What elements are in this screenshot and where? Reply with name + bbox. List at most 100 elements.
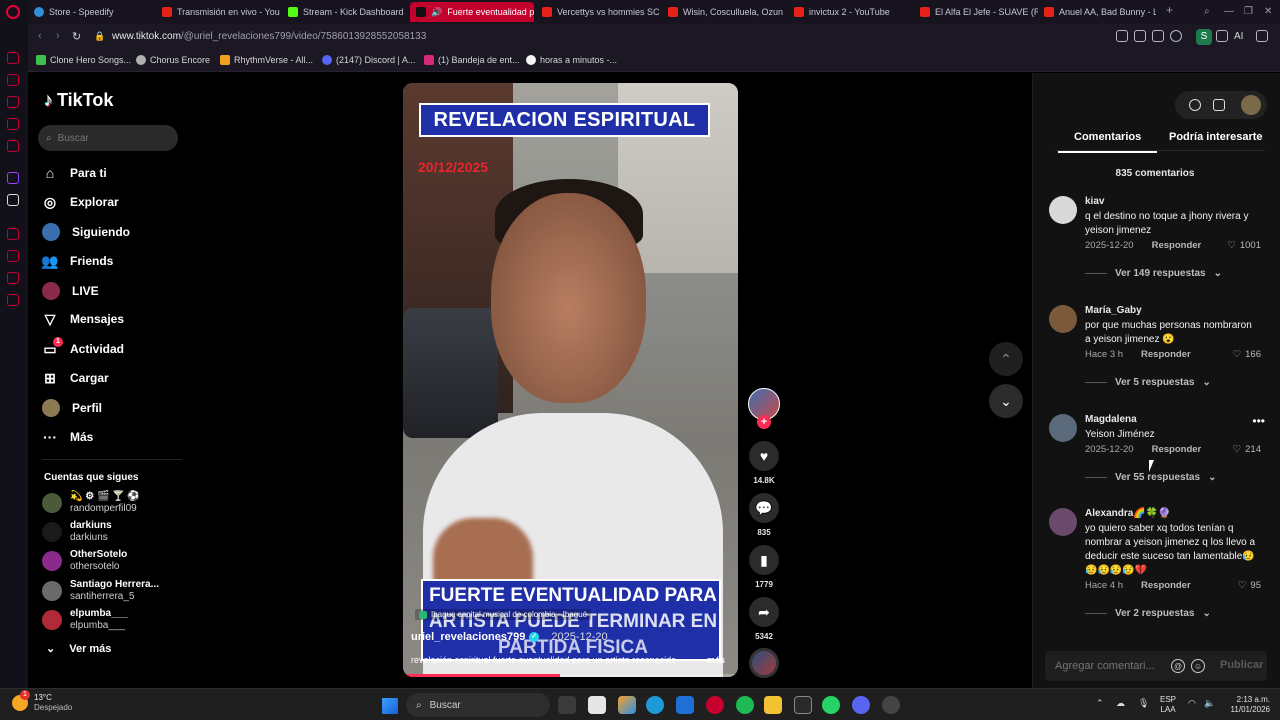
wifi-icon[interactable]: ◠ bbox=[1188, 698, 1196, 709]
spotify-icon[interactable] bbox=[736, 696, 754, 714]
followed-account[interactable]: darkiuns darkiuns bbox=[42, 520, 112, 544]
file-explorer-icon[interactable] bbox=[764, 696, 782, 714]
next-video-button[interactable]: ⌄ bbox=[989, 384, 1023, 418]
publish-button[interactable]: Publicar bbox=[1220, 659, 1263, 671]
emoji-icon[interactable]: ☺ bbox=[1191, 659, 1205, 673]
more-options-icon[interactable]: ••• bbox=[1252, 414, 1265, 428]
comment-username[interactable]: Alexandra🌈🍀🔮 bbox=[1085, 508, 1171, 519]
epic-games-icon[interactable] bbox=[794, 696, 812, 714]
comment-username[interactable]: Magdalena bbox=[1085, 414, 1137, 425]
comment-input[interactable] bbox=[1045, 660, 1165, 672]
url-field[interactable]: www.tiktok.com/@uriel_revelaciones799/vi… bbox=[112, 31, 426, 42]
tab-podria-interesarte[interactable]: Podría interesarte bbox=[1169, 131, 1263, 143]
tab-youtube-video[interactable]: Vercettys vs hommies SC bbox=[536, 2, 660, 22]
reply-button[interactable]: Responder bbox=[1152, 240, 1202, 251]
view-replies-button[interactable]: Ver 2 respuestas ⌄ bbox=[1085, 608, 1211, 619]
reply-button[interactable]: Responder bbox=[1141, 349, 1191, 360]
nav-live[interactable]: LIVE bbox=[42, 282, 99, 300]
language-indicator[interactable]: ESP LAA bbox=[1160, 695, 1176, 715]
comment-username[interactable]: María_Gaby bbox=[1085, 305, 1142, 316]
mention-at-icon[interactable]: @ bbox=[1171, 659, 1185, 673]
volume-icon[interactable]: 🔈 bbox=[1204, 698, 1215, 709]
follow-plus-button[interactable]: + bbox=[757, 415, 771, 429]
nav-actividad[interactable]: ▭ 1 Actividad bbox=[42, 337, 124, 357]
download-icon[interactable] bbox=[1216, 30, 1228, 42]
tab-youtube-live[interactable]: Transmisión en vivo - You bbox=[156, 2, 282, 22]
tab-comentarios[interactable]: Comentarios bbox=[1057, 131, 1158, 153]
tab-speedify[interactable]: Store - Speedify bbox=[28, 2, 156, 22]
followed-account[interactable]: Santiago Herrera... santiherrera_5 bbox=[42, 579, 159, 603]
avatar[interactable] bbox=[1049, 196, 1077, 224]
avatar[interactable] bbox=[1049, 414, 1077, 442]
forward-arrow-icon[interactable]: › bbox=[56, 30, 60, 42]
sidebar-x-icon[interactable] bbox=[7, 194, 19, 206]
comment-like-button[interactable]: ♡ 166 bbox=[1233, 349, 1261, 360]
new-tab-button[interactable]: + bbox=[1166, 3, 1173, 17]
bookmark-chorus-encore[interactable]: Chorus Encore bbox=[136, 55, 210, 65]
speaker-icon[interactable]: 🔊 bbox=[431, 7, 442, 18]
system-clock[interactable]: 2:13 a.m. 11/01/2026 bbox=[1222, 695, 1270, 715]
tab-youtube-video[interactable]: Anuel AA, Bad Bunny - La bbox=[1038, 2, 1156, 22]
microphone-icon[interactable]: 🎙 bbox=[1138, 698, 1149, 709]
avatar[interactable] bbox=[1049, 508, 1077, 536]
comment-username[interactable]: kiav bbox=[1085, 196, 1104, 207]
bookmark-rhythmverse[interactable]: RhythmVerse - All... bbox=[220, 55, 313, 65]
menu-icon[interactable] bbox=[1256, 30, 1268, 42]
video-player[interactable]: REVELACION ESPIRITUAL 20/12/2025 FUERTE … bbox=[403, 83, 738, 677]
nav-perfil[interactable]: Perfil bbox=[42, 399, 102, 417]
obs-icon[interactable] bbox=[882, 696, 900, 714]
tab-kick-dashboard[interactable]: Stream - Kick Dashboard bbox=[282, 2, 408, 22]
tiktok-logo[interactable]: ♪ TikTok bbox=[44, 90, 113, 111]
sidebar-downloads-icon[interactable] bbox=[7, 272, 19, 284]
compass-icon[interactable] bbox=[1189, 99, 1201, 111]
see-more-button[interactable]: ⌄ Ver más bbox=[46, 642, 111, 656]
maximize-button[interactable]: ❐ bbox=[1244, 6, 1253, 17]
tab-youtube-video[interactable]: Wisin, Cosculluela, Ozun bbox=[662, 2, 786, 22]
profile-avatar[interactable]: S bbox=[1196, 29, 1212, 45]
comment-like-button[interactable]: ♡ 1001 bbox=[1227, 240, 1261, 251]
tab-tiktok-active[interactable]: 🔊 Fuerte eventualidad p bbox=[410, 2, 534, 22]
shield-icon[interactable] bbox=[1134, 30, 1146, 42]
store-icon[interactable] bbox=[676, 696, 694, 714]
bookmark-horas-minutos[interactable]: horas a minutos -... bbox=[526, 55, 617, 65]
task-view-icon[interactable] bbox=[558, 696, 576, 714]
bookmark-discord[interactable]: (2147) Discord | A... bbox=[322, 55, 415, 65]
weather-widget[interactable]: 1 13°C Despejado bbox=[12, 690, 72, 713]
search-box[interactable]: ⌕ bbox=[38, 125, 178, 151]
location-tag[interactable]: Ibague capital musical de colombia · Iba… bbox=[415, 609, 592, 620]
description-more-button[interactable]: más bbox=[707, 655, 725, 665]
nav-siguiendo[interactable]: Siguiendo bbox=[42, 223, 130, 241]
like-button[interactable]: ♥ bbox=[749, 441, 779, 471]
comment-like-button[interactable]: ♡ 95 bbox=[1238, 580, 1261, 591]
sidebar-aria-icon[interactable] bbox=[7, 52, 19, 64]
sidebar-messenger-icon[interactable] bbox=[7, 118, 19, 130]
nav-cargar[interactable]: ⊞ Cargar bbox=[42, 370, 109, 386]
back-arrow-icon[interactable]: ‹ bbox=[38, 30, 42, 42]
followed-account[interactable]: 💫 ⚙ 🎬 🍸 ⚽ randomperfil09 bbox=[42, 491, 140, 515]
comment-like-button[interactable]: ♡ 214 bbox=[1233, 444, 1261, 455]
previous-video-button[interactable]: ⌃ bbox=[989, 342, 1023, 376]
phone-icon[interactable] bbox=[1213, 99, 1225, 111]
sidebar-history-icon[interactable] bbox=[7, 250, 19, 262]
taskbar-search[interactable]: ⌕ Buscar bbox=[406, 693, 550, 717]
nav-mas[interactable]: ··· Más bbox=[42, 429, 93, 445]
user-avatar[interactable] bbox=[1241, 95, 1261, 115]
sound-disc-icon[interactable] bbox=[749, 648, 779, 678]
translate-icon[interactable] bbox=[1152, 30, 1164, 42]
reload-icon[interactable]: ↻ bbox=[72, 30, 81, 43]
windows-start-icon[interactable] bbox=[382, 698, 398, 714]
comment-button[interactable]: 💬 bbox=[749, 493, 779, 523]
save-button[interactable]: ▮ bbox=[749, 545, 779, 575]
search-input[interactable] bbox=[57, 132, 158, 144]
sidebar-gx-corner-icon[interactable] bbox=[7, 96, 19, 108]
followed-account[interactable]: OtherSotelo othersotelo bbox=[42, 549, 127, 573]
copilot-icon[interactable] bbox=[618, 696, 636, 714]
aria-ai-button[interactable]: AI bbox=[1234, 31, 1243, 42]
capcut-icon[interactable] bbox=[588, 696, 606, 714]
nav-explorar[interactable]: ◎ Explorar bbox=[42, 194, 119, 210]
opera-gx-logo-icon[interactable] bbox=[6, 5, 20, 19]
search-tabs-icon[interactable]: ⌕ bbox=[1204, 6, 1210, 17]
heart-icon[interactable] bbox=[1170, 30, 1182, 42]
sidebar-gmail-icon[interactable] bbox=[7, 140, 19, 152]
tab-youtube-video[interactable]: El Alfa El Jefe - SUAVE (R bbox=[914, 2, 1038, 22]
